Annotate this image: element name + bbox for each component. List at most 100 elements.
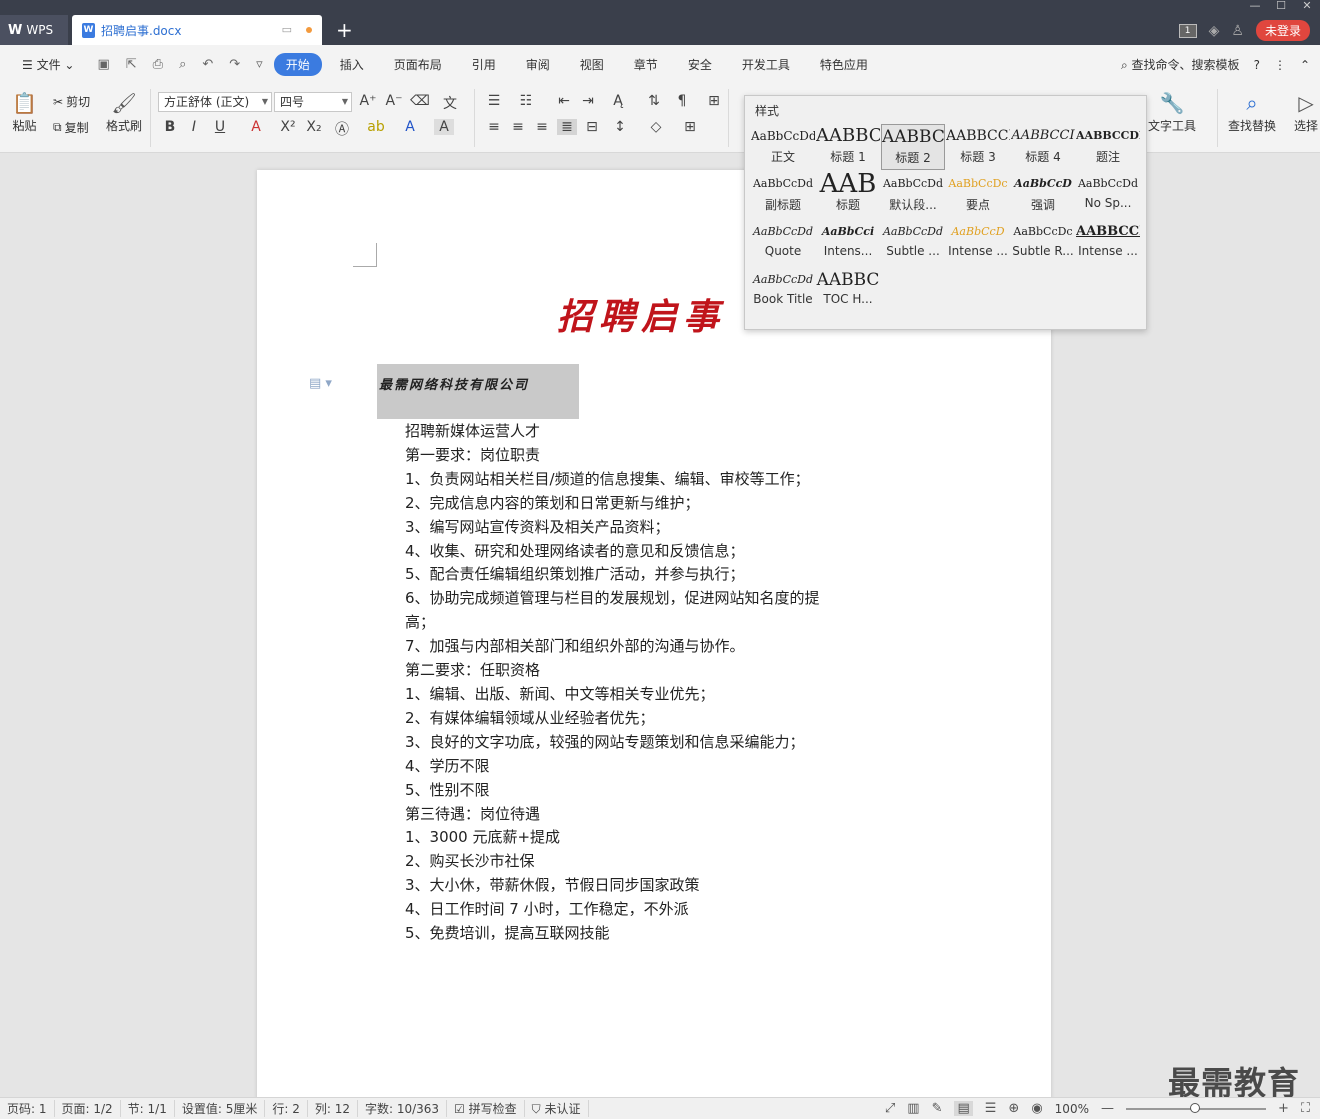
undo-icon[interactable]: ↶ [202,57,213,72]
outline-view-icon[interactable]: ☰ [985,1101,997,1116]
style-option[interactable]: AaBbCcDd 副标题 [751,172,815,218]
align-center-icon[interactable]: ≡ [508,119,528,135]
document-line[interactable]: 3、良好的文字功底，较强的网站专题策划和信息采编能力； [405,731,885,755]
style-option[interactable]: AaBbCcDd Subtle ... [881,220,945,266]
style-option[interactable]: AaBbCcDd Quote [751,220,815,266]
style-option[interactable]: AaBbCci Intens... [816,220,880,266]
document-line[interactable]: 招聘新媒体运营人才 [405,420,885,444]
copy-button[interactable]: ⧉ 复制 [53,119,89,136]
document-line[interactable]: 3、编写网站宣传资料及相关产品资料； [405,516,885,540]
style-option[interactable]: AABBCCI Intense ... [1076,220,1140,266]
select-button[interactable]: ▷ 选择 [1294,91,1318,134]
underline-icon[interactable]: U [210,119,230,135]
bullet-list-icon[interactable]: ☰ [484,93,504,109]
style-option[interactable]: AaBbCcDc 要点 [946,172,1010,218]
print-preview-icon[interactable]: ⌕ [179,57,186,72]
document-line[interactable]: 第一要求：岗位职责 [405,444,885,468]
tab-view[interactable]: 视图 [568,53,616,76]
document-line[interactable]: 4、收集、研究和处理网络读者的意见和反馈信息； [405,540,885,564]
style-option[interactable]: AAB 标题 [816,172,880,218]
pen-icon[interactable]: ✎ [932,1101,943,1116]
line-spacing-icon[interactable]: ↕ [610,119,630,135]
style-option[interactable]: AABBCCDD 题注 [1076,124,1140,170]
show-marks-icon[interactable]: ¶ [672,93,692,109]
document-line[interactable]: 第三待遇：岗位待遇 [405,803,885,827]
web-view-icon[interactable]: ⊕ [1008,1101,1019,1116]
align-left-icon[interactable]: ≡ [484,119,504,135]
highlight-icon[interactable]: ab [366,119,386,135]
status-word-count[interactable]: 字数: 10/363 [358,1100,448,1117]
text-direction-icon[interactable]: Ą [608,93,628,109]
certification-status[interactable]: ⛉ 未认证 [525,1100,589,1117]
paste-button[interactable]: 📋 粘贴 [12,91,37,134]
style-option[interactable]: AaBbCcDd Book Title [751,268,815,314]
paragraph-handle-icon[interactable]: ▤ ▾ [309,376,332,391]
login-button[interactable]: 未登录 [1255,20,1310,41]
justify-icon[interactable]: ≣ [557,119,577,135]
collapse-ribbon-icon[interactable]: ⌃ [1300,58,1310,72]
maximize-icon[interactable]: ☐ [1268,0,1294,14]
customize-qa-icon[interactable]: ▿ [256,57,263,72]
zoom-slider[interactable] [1125,1102,1266,1113]
spell-check-button[interactable]: ☑ 拼写检查 [447,1100,525,1117]
font-size-select[interactable]: 四号 ▼ [274,92,352,112]
document-line[interactable]: 6、协助完成频道管理与栏目的发展规划，促进网站知名度的提 [405,587,885,611]
document-line[interactable]: 第二要求：任职资格 [405,659,885,683]
read-mode-icon[interactable]: ▥ [907,1101,919,1116]
help-icon[interactable]: ? [1254,58,1260,72]
save-icon[interactable]: ▣ [97,57,109,72]
align-right-icon[interactable]: ≡ [532,119,552,135]
document-line[interactable]: 高； [405,611,885,635]
style-option[interactable]: AaBbCcDc Subtle R... [1011,220,1075,266]
command-search[interactable]: ⌕ 查找命令、搜索模板 [1121,56,1240,73]
tab-monitor-icon[interactable]: ▭ [282,23,292,36]
export-icon[interactable]: ⇱ [126,57,137,72]
borders-icon[interactable]: ⊞ [680,119,700,135]
shrink-font-icon[interactable]: A⁻ [384,93,404,109]
style-option[interactable]: AABBC 标题 1 [816,124,880,170]
numbered-list-icon[interactable]: ☷ [516,93,536,109]
document-line[interactable]: 4、学历不限 [405,755,885,779]
tab-references[interactable]: 引用 [460,53,508,76]
zoom-level[interactable]: 100% [1055,1102,1089,1116]
document-line[interactable]: 1、负责网站相关栏目/频道的信息搜集、编辑、审校等工作； [405,468,885,492]
italic-icon[interactable]: I [184,119,204,135]
table-borders-icon[interactable]: ⊞ [704,93,724,109]
status-setting[interactable]: 设置值: 5厘米 [175,1100,266,1117]
style-option[interactable]: AaBbCcDd No Sp... [1076,172,1140,218]
text-effect-icon[interactable]: Ⓐ [332,119,352,139]
shirt-icon[interactable]: ♙ [1231,23,1244,39]
tab-developer[interactable]: 开发工具 [730,53,802,76]
document-line[interactable]: 2、购买长沙市社保 [405,850,885,874]
status-pages[interactable]: 页面: 1/2 [55,1100,121,1117]
document-line[interactable]: 5、免费培训，提高互联网技能 [405,922,885,946]
increase-indent-icon[interactable]: ⇥ [578,93,598,109]
font-family-select[interactable]: 方正舒体 (正文) ▼ [158,92,272,112]
file-menu[interactable]: ☰ 文件 ⌄ [10,53,86,76]
zoom-out-icon[interactable]: — [1101,1101,1114,1116]
bold-icon[interactable]: B [160,119,180,135]
document-line[interactable]: 5、配合责任编辑组织策划推广活动，并参与执行； [405,563,885,587]
style-option[interactable]: AABBCCI 标题 3 [946,124,1010,170]
char-shading-icon[interactable]: A [434,119,454,135]
zoom-slider-knob[interactable] [1189,1102,1200,1113]
fullscreen-icon[interactable]: ⤢ [885,1101,895,1116]
document-line[interactable]: 5、性别不限 [405,779,885,803]
document-line[interactable]: 4、日工作时间 7 小时，工作稳定，不外派 [405,898,885,922]
clear-format-icon[interactable]: ⌫ [410,93,430,109]
status-section[interactable]: 节: 1/1 [121,1100,175,1117]
tab-page-layout[interactable]: 页面布局 [382,53,454,76]
document-line[interactable]: 2、有媒体编辑领域从业经验者优先； [405,707,885,731]
tab-review[interactable]: 审阅 [514,53,562,76]
style-option[interactable]: AaBbCcDd 正文 [751,124,815,170]
grow-font-icon[interactable]: A⁺ [358,93,378,109]
superscript-icon[interactable]: X² [278,119,298,135]
document-line[interactable]: 1、编辑、出版、新闻、中文等相关专业优先； [405,683,885,707]
style-option[interactable]: AaBbCcDd 默认段... [881,172,945,218]
eye-protection-icon[interactable]: ◉ [1031,1101,1042,1116]
more-icon[interactable]: ⋮ [1274,58,1286,72]
tab-insert[interactable]: 插入 [328,53,376,76]
tab-security[interactable]: 安全 [676,53,724,76]
tab-home[interactable]: 开始 [273,52,322,76]
style-option[interactable]: AaBbCcD Intense ... [946,220,1010,266]
